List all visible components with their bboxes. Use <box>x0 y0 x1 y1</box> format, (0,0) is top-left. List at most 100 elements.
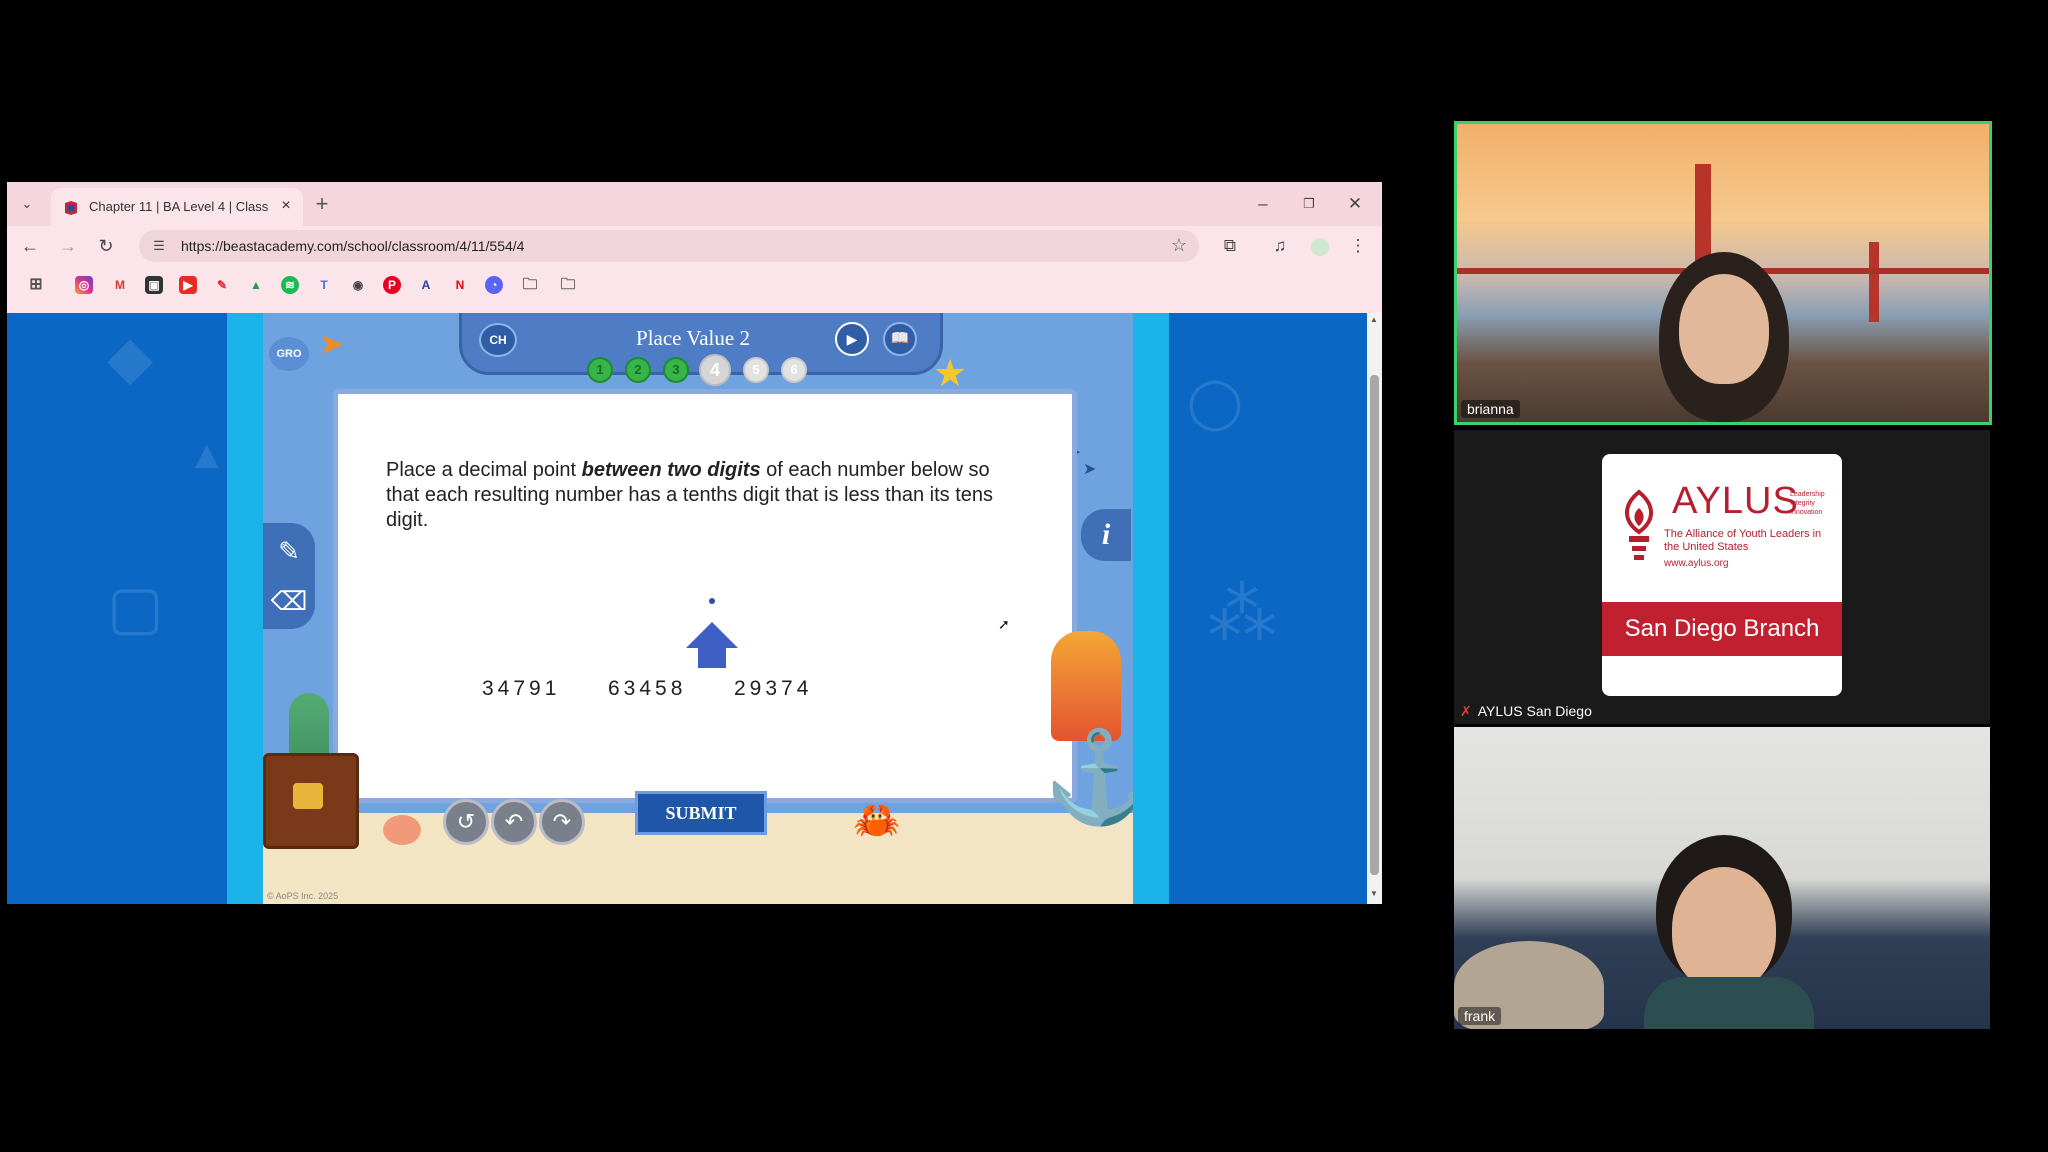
folder-icon[interactable]: 🗀 <box>521 276 539 294</box>
tab-search-chevron-icon[interactable]: ⌄ <box>17 194 37 214</box>
bookmark-star-icon[interactable]: ☆ <box>1171 235 1187 256</box>
grogg-mascot: GRO <box>269 337 309 371</box>
active-tab[interactable]: Chapter 11 | BA Level 4 | Classro × <box>51 188 303 226</box>
spotify-icon[interactable]: ≋ <box>281 276 299 294</box>
decimal-point-marker[interactable] <box>709 598 715 604</box>
drive-icon[interactable]: ▲ <box>247 276 265 294</box>
guide-book-button[interactable]: 📖 <box>883 322 917 356</box>
address-bar[interactable]: ☰ https://beastacademy.com/school/classr… <box>139 230 1199 262</box>
adobe-icon[interactable]: A <box>417 276 435 294</box>
participant-shirt <box>1644 977 1814 1029</box>
game-panel: CH Place Value 2 ▶ 📖 1 2 3 4 5 6 ★ GRO ➤… <box>263 313 1133 904</box>
background-circle-decoration: ◯ <box>1187 374 1243 430</box>
aylus-logo-card: AYLUS Leadership Integrity Innovation Th… <box>1602 454 1842 696</box>
copyright-text: © AoPS Inc. 2025 <box>267 891 339 901</box>
extensions-icon[interactable]: ⧉ <box>1217 234 1243 258</box>
participant-tile-frank[interactable]: frank <box>1454 727 1990 1029</box>
question-emphasis: between two digits <box>581 459 761 481</box>
new-tab-button[interactable]: + <box>309 192 335 218</box>
tab-strip: ⌄ Chapter 11 | BA Level 4 | Classro × + … <box>7 182 1382 226</box>
aylus-branch-banner: San Diego Branch <box>1602 602 1842 656</box>
participant-tile-aylus[interactable]: AYLUS Leadership Integrity Innovation Th… <box>1454 430 1990 724</box>
up-arrow-stem <box>698 646 726 668</box>
scroll-down-icon[interactable]: ▼ <box>1370 889 1378 898</box>
background-molecule-decoration: ⁂ <box>1207 575 1277 653</box>
forward-button[interactable]: → <box>55 234 81 258</box>
tab-close-icon[interactable]: × <box>277 197 295 215</box>
browser-menu-icon[interactable]: ⋮ <box>1345 234 1371 258</box>
anchor-icon: ⚓ <box>1043 728 1133 828</box>
info-button[interactable]: i <box>1081 509 1131 561</box>
instagram-icon[interactable]: ◎ <box>75 276 93 294</box>
translate-icon[interactable]: T <box>315 276 333 294</box>
minimize-button[interactable]: – <box>1245 190 1281 218</box>
question-card: Place a decimal point between two digits… <box>333 389 1077 803</box>
bridge-tower-decoration <box>1869 242 1879 322</box>
number-3[interactable]: 29374 <box>734 677 812 701</box>
reset-button[interactable]: ↺ <box>443 799 489 845</box>
progress-step-4: 4 <box>699 354 731 386</box>
question-text: Place a decimal point between two digits… <box>386 459 994 531</box>
scroll-up-icon[interactable]: ▲ <box>1370 315 1378 324</box>
youtube-icon[interactable]: ▶ <box>179 276 197 294</box>
pencil-tool-icon[interactable]: ✎ <box>269 529 309 573</box>
tool-panel: ✎ ⌫ <box>263 523 315 629</box>
play-video-button[interactable]: ▶ <box>835 322 869 356</box>
pinterest-icon[interactable]: P <box>383 276 401 294</box>
gmail-icon[interactable]: M <box>111 276 129 294</box>
target-icon[interactable]: ◉ <box>349 276 367 294</box>
crab-decoration: 🦀 <box>853 800 901 842</box>
undo-button[interactable]: ↶ <box>491 799 537 845</box>
scrollbar-thumb[interactable] <box>1370 375 1379 875</box>
submit-button[interactable]: SUBMIT <box>635 791 767 835</box>
tab-title: Chapter 11 | BA Level 4 | Classro <box>89 199 269 214</box>
torch-icon <box>1625 489 1653 560</box>
aylus-logo-text: AYLUS <box>1672 480 1799 522</box>
pen-icon[interactable]: ✎ <box>213 276 231 294</box>
participant-face <box>1679 274 1769 384</box>
participant-face <box>1672 867 1776 991</box>
page-scrollbar[interactable]: ▲ ▼ <box>1367 313 1382 904</box>
browser-window: ⌄ Chapter 11 | BA Level 4 | Classro × + … <box>7 182 1382 904</box>
beast-academy-favicon-icon <box>65 201 77 215</box>
participant-name-label: frank <box>1458 1007 1502 1025</box>
image-icon[interactable]: ▣ <box>145 276 163 294</box>
background-diamond-decoration: ◆ <box>107 324 154 391</box>
close-window-button[interactable]: ✕ <box>1337 190 1373 218</box>
discord-icon[interactable]: ◔ <box>485 276 503 294</box>
participant-name-label: brianna <box>1461 400 1520 418</box>
folder-icon[interactable]: 🗀 <box>559 276 577 294</box>
progress-step-6: 6 <box>781 357 807 383</box>
restore-button[interactable]: ❐ <box>1291 190 1327 218</box>
apps-icon[interactable]: ⊞ <box>27 276 45 294</box>
chapter-badge[interactable]: CH <box>479 323 517 357</box>
redo-button[interactable]: ↷ <box>539 799 585 845</box>
background-triangle-decoration: ▲ <box>187 433 227 477</box>
aylus-motto: Leadership Integrity Innovation <box>1790 491 1825 516</box>
site-info-icon[interactable]: ☰ <box>149 236 169 256</box>
progress-step-1: 1 <box>587 357 613 383</box>
treasure-lock-decoration <box>293 783 323 809</box>
background-cube-decoration: ▢ <box>107 574 164 641</box>
participant-name-label: ✗ AYLUS San Diego <box>1460 703 1592 719</box>
netflix-icon[interactable]: N <box>451 276 469 294</box>
aylus-tagline: The Alliance of Youth Leaders in the Uni… <box>1664 528 1822 553</box>
profile-avatar[interactable] <box>1311 238 1329 256</box>
lesson-title: Place Value 2 <box>636 326 750 350</box>
progress-step-3: 3 <box>663 357 689 383</box>
number-2[interactable]: 63458 <box>608 677 686 701</box>
back-button[interactable]: ← <box>17 234 43 258</box>
eraser-tool-icon[interactable]: ⌫ <box>269 579 309 623</box>
browser-toolbar: ← → ↻ ☰ https://beastacademy.com/school/… <box>7 226 1382 266</box>
participant-tile-brianna[interactable]: brianna <box>1454 121 1992 425</box>
media-control-icon[interactable]: ♫ <box>1267 234 1293 258</box>
progress-step-2: 2 <box>625 357 651 383</box>
number-1[interactable]: 34791 <box>482 677 560 701</box>
muted-mic-icon: ✗ <box>1460 703 1472 719</box>
left-cyan-strip <box>227 313 263 904</box>
progress-step-5: 5 <box>743 357 769 383</box>
url-text[interactable]: https://beastacademy.com/school/classroo… <box>181 238 524 254</box>
clam-decoration <box>383 815 421 845</box>
reload-button[interactable]: ↻ <box>93 234 119 258</box>
page-content: ◆ ▲ ▢ ◯ ⁂ CH Place Value 2 ▶ 📖 1 2 3 4 5… <box>7 313 1367 904</box>
